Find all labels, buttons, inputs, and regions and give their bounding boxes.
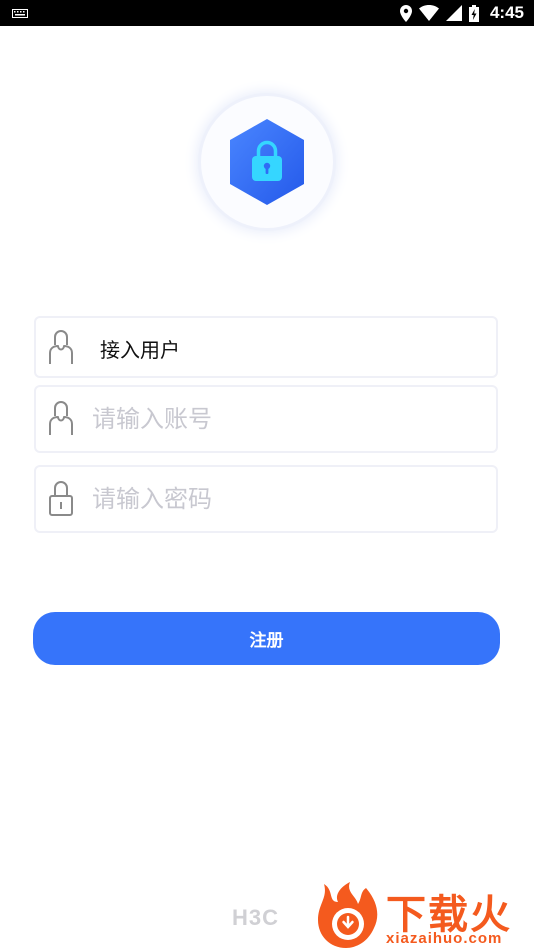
register-button[interactable]: 注册 bbox=[33, 612, 500, 665]
watermark-domain: xiazaihuo.com bbox=[386, 930, 503, 947]
watermark: 下载火 xiazaihuo.com bbox=[316, 880, 534, 950]
battery-icon bbox=[468, 4, 479, 22]
signal-icon bbox=[445, 5, 462, 21]
user-icon bbox=[49, 330, 73, 364]
flame-logo-icon bbox=[318, 882, 378, 948]
status-time: 4:45 bbox=[489, 3, 524, 22]
user-type-selector[interactable]: 接入用户 bbox=[34, 316, 498, 378]
footer-logo: H3C bbox=[232, 905, 280, 930]
lock-icon bbox=[230, 119, 304, 205]
password-input[interactable] bbox=[92, 479, 482, 519]
user-icon bbox=[49, 401, 73, 435]
user-type-value: 接入用户 bbox=[100, 338, 180, 362]
account-field[interactable] bbox=[34, 385, 498, 453]
keyboard-icon bbox=[12, 9, 28, 18]
account-input[interactable] bbox=[92, 399, 482, 439]
password-field[interactable] bbox=[34, 465, 498, 533]
wifi-icon bbox=[418, 5, 439, 21]
app-logo bbox=[201, 96, 333, 228]
location-icon bbox=[399, 4, 412, 22]
lock-icon bbox=[49, 481, 73, 516]
status-bar: 4:45 bbox=[0, 0, 534, 26]
